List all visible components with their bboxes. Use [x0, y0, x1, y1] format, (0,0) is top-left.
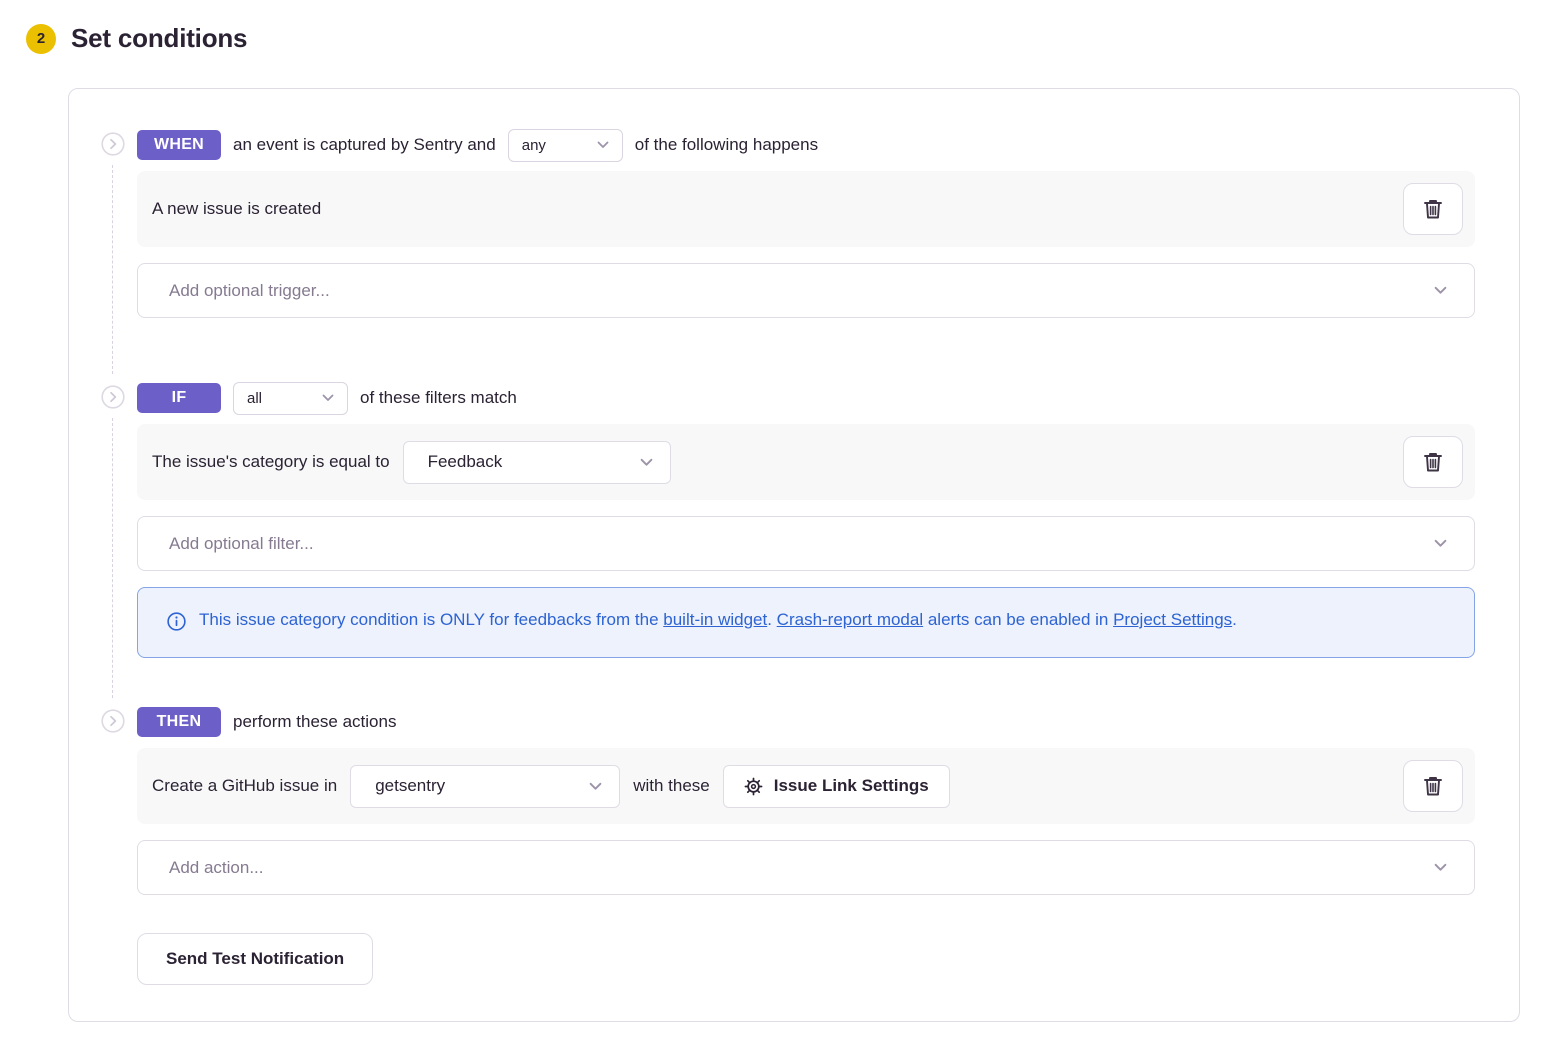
alert-text-4: . — [1232, 610, 1237, 629]
built-in-widget-link[interactable]: built-in widget — [663, 610, 767, 629]
repo-select-value: getsentry — [375, 776, 445, 796]
send-test-notification-button[interactable]: Send Test Notification — [137, 933, 373, 985]
if-match-select[interactable]: all — [233, 382, 348, 415]
when-expand-icon[interactable] — [101, 129, 125, 334]
action-text-middle: with these — [633, 776, 710, 796]
when-text-before: an event is captured by Sentry and — [233, 135, 496, 155]
step-number-badge: 2 — [26, 24, 56, 54]
repo-select[interactable]: getsentry — [350, 765, 620, 808]
if-badge: IF — [137, 383, 221, 413]
project-settings-link[interactable]: Project Settings — [1113, 610, 1232, 629]
then-section: THEN perform these actions Create a GitH… — [101, 706, 1475, 985]
filter-condition-text: The issue's category is equal to — [152, 452, 390, 472]
trash-icon — [1423, 775, 1443, 797]
chevron-down-icon — [1434, 286, 1447, 295]
chevron-down-icon — [589, 782, 602, 791]
add-optional-trigger-select[interactable]: Add optional trigger... — [137, 263, 1475, 318]
if-section: IF all of these filters match The issue'… — [101, 382, 1475, 658]
alert-text-1: This issue category condition is ONLY fo… — [199, 610, 663, 629]
info-icon — [167, 604, 186, 641]
when-match-select[interactable]: any — [508, 129, 623, 162]
action-text-before: Create a GitHub issue in — [152, 776, 337, 796]
category-select-value: Feedback — [428, 452, 503, 472]
delete-action-button[interactable] — [1403, 760, 1463, 812]
if-label-row: IF all of these filters match — [137, 382, 1475, 414]
when-label-row: WHEN an event is captured by Sentry and … — [137, 129, 1475, 161]
chevron-down-icon — [1434, 863, 1447, 872]
page-header: 2 Set conditions — [0, 0, 1560, 54]
then-badge: THEN — [137, 707, 221, 737]
delete-filter-button[interactable] — [1403, 436, 1463, 488]
info-alert-text: This issue category condition is ONLY fo… — [199, 604, 1237, 641]
category-select[interactable]: Feedback — [403, 441, 671, 484]
gear-icon — [744, 777, 763, 796]
then-label-row: THEN perform these actions — [137, 706, 1475, 738]
then-expand-icon[interactable] — [101, 706, 125, 985]
trigger-condition-label: A new issue is created — [152, 199, 321, 219]
conditions-card: WHEN an event is captured by Sentry and … — [68, 88, 1520, 1022]
alert-text-3: alerts can be enabled in — [923, 610, 1113, 629]
alert-text-2: . — [767, 610, 776, 629]
if-expand-icon[interactable] — [101, 382, 125, 658]
add-optional-trigger-placeholder: Add optional trigger... — [169, 281, 330, 301]
delete-trigger-button[interactable] — [1403, 183, 1463, 235]
if-text-after: of these filters match — [360, 388, 517, 408]
trash-icon — [1423, 451, 1443, 473]
filter-condition-row: The issue's category is equal to Feedbac… — [137, 424, 1475, 500]
chevron-down-icon — [597, 141, 609, 149]
add-optional-filter-select[interactable]: Add optional filter... — [137, 516, 1475, 571]
if-match-select-value: all — [247, 390, 262, 407]
trash-icon — [1423, 198, 1443, 220]
action-row: Create a GitHub issue in getsentry with … — [137, 748, 1475, 824]
issue-link-settings-label: Issue Link Settings — [774, 776, 929, 796]
chevron-down-icon — [322, 394, 334, 402]
when-text-after: of the following happens — [635, 135, 818, 155]
add-optional-filter-placeholder: Add optional filter... — [169, 534, 314, 554]
page-title: Set conditions — [71, 23, 247, 54]
when-match-select-value: any — [522, 137, 546, 154]
info-alert: This issue category condition is ONLY fo… — [137, 587, 1475, 658]
when-section: WHEN an event is captured by Sentry and … — [101, 129, 1475, 334]
then-text-after: perform these actions — [233, 712, 396, 732]
chevron-down-icon — [640, 458, 653, 467]
chevron-down-icon — [1434, 539, 1447, 548]
trigger-condition-row: A new issue is created — [137, 171, 1475, 247]
add-action-placeholder: Add action... — [169, 858, 264, 878]
when-badge: WHEN — [137, 130, 221, 160]
issue-link-settings-button[interactable]: Issue Link Settings — [723, 765, 950, 808]
crash-report-modal-link[interactable]: Crash-report modal — [777, 610, 923, 629]
add-action-select[interactable]: Add action... — [137, 840, 1475, 895]
